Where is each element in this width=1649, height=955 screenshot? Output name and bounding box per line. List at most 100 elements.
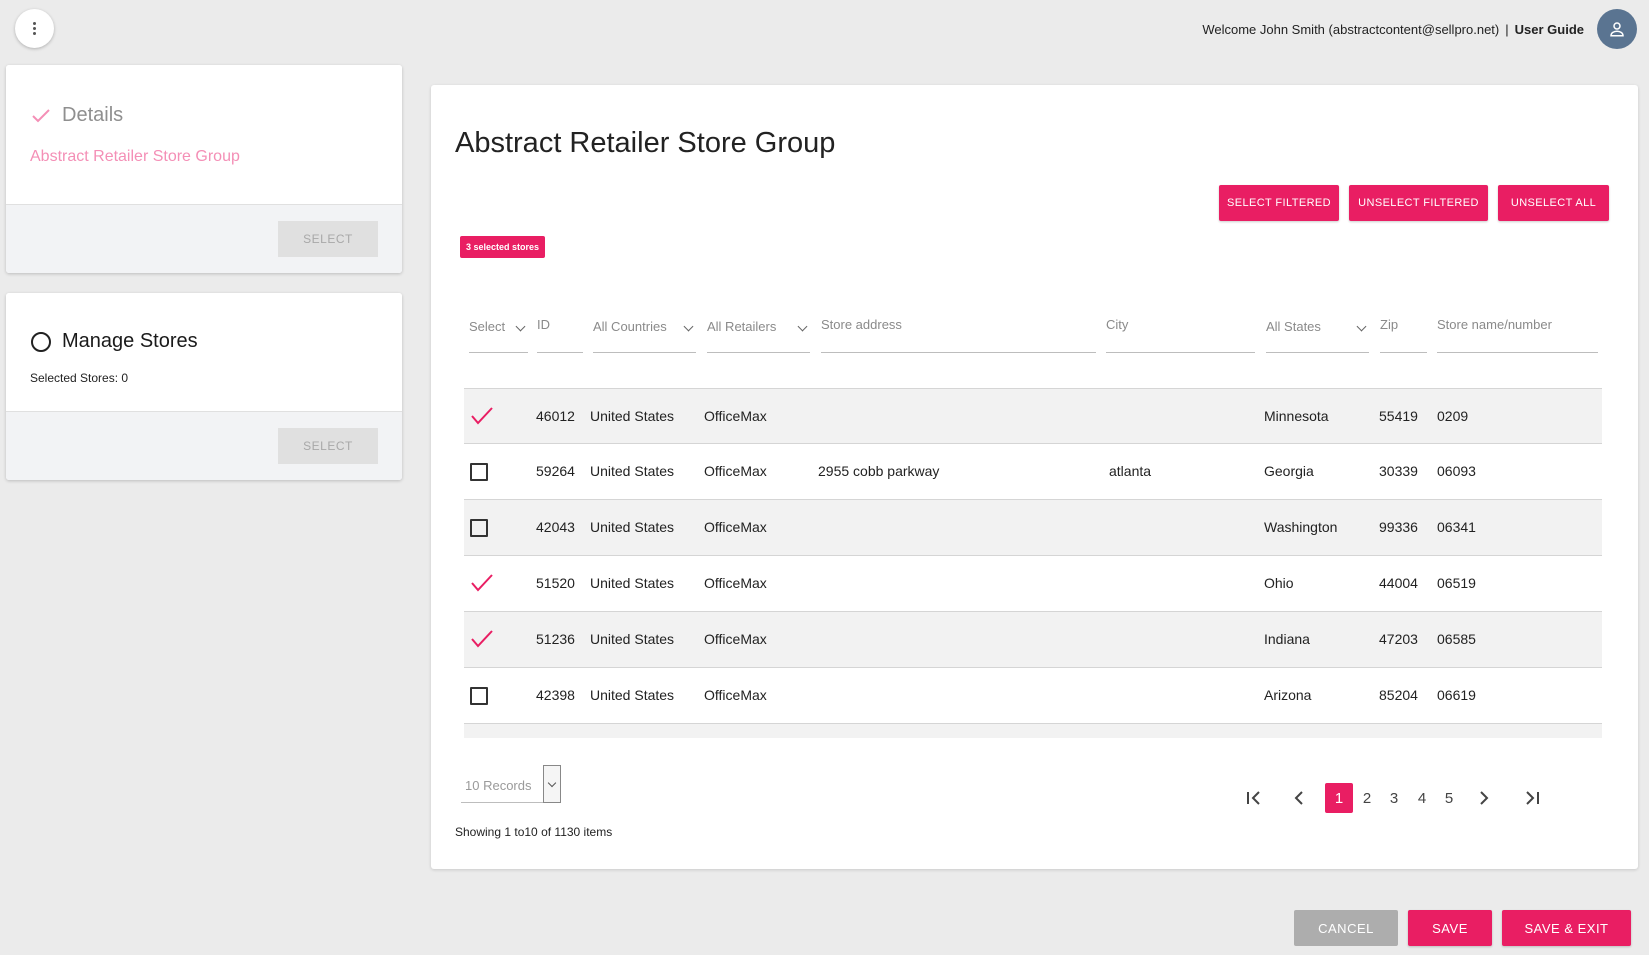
details-step-title: Details xyxy=(30,104,123,127)
cell-zip: 55419 xyxy=(1379,408,1418,424)
chevron-down-icon xyxy=(797,321,808,332)
id-filter-input[interactable]: ID xyxy=(537,310,583,353)
details-subtitle: Abstract Retailer Store Group xyxy=(30,148,240,165)
cell-retailer: OfficeMax xyxy=(704,408,767,424)
cell-state: Arizona xyxy=(1264,687,1312,703)
checkbox-empty-icon[interactable] xyxy=(470,687,488,705)
cell-retailer: OfficeMax xyxy=(704,687,767,703)
unselect-all-button[interactable]: UNSELECT ALL xyxy=(1498,185,1609,221)
cell-state: Indiana xyxy=(1264,631,1310,647)
table-row[interactable]: 42398 United States OfficeMax Arizona 85204 0… xyxy=(464,668,1602,724)
chevron-down-icon xyxy=(515,321,526,332)
user-avatar[interactable] xyxy=(1597,9,1637,49)
cancel-button[interactable]: CANCEL xyxy=(1294,910,1398,946)
footer-actions: CANCEL SAVE SAVE & EXIT xyxy=(1294,910,1631,946)
selected-stores-count: Selected Stores: 0 xyxy=(30,371,129,385)
cell-id: 51520 xyxy=(536,575,575,591)
cell-country: United States xyxy=(590,519,675,535)
cell-zip: 30339 xyxy=(1379,463,1418,479)
cell-store: 06093 xyxy=(1437,463,1476,479)
pagination: 12345 xyxy=(431,783,1638,813)
country-filter[interactable]: All Countries xyxy=(593,310,696,353)
cell-zip: 47203 xyxy=(1379,631,1418,647)
more-vertical-icon xyxy=(33,22,36,35)
cell-store: 0209 xyxy=(1437,408,1469,424)
stores-table: 46012 United States OfficeMax Minnesota 5541… xyxy=(464,388,1602,738)
separator: | xyxy=(1505,21,1509,37)
user-guide-link[interactable]: User Guide xyxy=(1515,22,1584,37)
cell-zip: 99336 xyxy=(1379,519,1418,535)
checkmark-icon[interactable] xyxy=(470,573,493,592)
welcome-text: Welcome John Smith (abstractcontent@sell… xyxy=(1202,21,1500,37)
select-filter[interactable]: Select xyxy=(469,310,528,353)
checkbox-empty-icon[interactable] xyxy=(470,519,488,537)
page-button-5[interactable]: 5 xyxy=(1435,783,1463,813)
store-name-filter-input[interactable]: Store name/number xyxy=(1437,310,1598,353)
page-button-2[interactable]: 2 xyxy=(1353,783,1381,813)
cell-id: 51236 xyxy=(536,631,575,647)
state-filter[interactable]: All States xyxy=(1266,310,1369,353)
table-row[interactable]: 46012 United States OfficeMax Minnesota 5541… xyxy=(464,388,1602,444)
table-row[interactable]: 59264 United States OfficeMax 2955 cobb par… xyxy=(464,444,1602,500)
select-filtered-button[interactable]: SELECT FILTERED xyxy=(1219,185,1339,221)
cell-store: 06519 xyxy=(1437,575,1476,591)
cell-store: 06585 xyxy=(1437,631,1476,647)
checkmark-icon xyxy=(30,105,52,127)
table-row[interactable]: 51520 United States OfficeMax Ohio 44004 0651… xyxy=(464,556,1602,612)
checkmark-icon[interactable] xyxy=(470,629,493,648)
page-title: Abstract Retailer Store Group xyxy=(455,127,836,159)
retailer-filter[interactable]: All Retailers xyxy=(707,310,810,353)
manage-stores-select-button[interactable]: SELECT xyxy=(278,428,378,464)
first-page-icon[interactable] xyxy=(1241,783,1267,813)
manage-stores-step-card: Manage Stores Selected Stores: 0 SELECT xyxy=(6,293,402,480)
selected-stores-badge: 3 selected stores xyxy=(460,236,546,258)
address-filter-input[interactable]: Store address xyxy=(821,310,1096,353)
table-row[interactable]: 42043 United States OfficeMax Washington 993… xyxy=(464,500,1602,556)
cell-zip: 85204 xyxy=(1379,687,1418,703)
cell-city: atlanta xyxy=(1109,463,1152,479)
details-step-card: Details Abstract Retailer Store Group SE… xyxy=(6,65,402,273)
manage-stores-step-title: Manage Stores xyxy=(30,330,198,353)
save-button[interactable]: SAVE xyxy=(1408,910,1492,946)
cell-state: Ohio xyxy=(1264,575,1294,591)
cell-state: Georgia xyxy=(1264,463,1314,479)
chevron-left-icon[interactable] xyxy=(1288,783,1310,813)
circle-outline-icon xyxy=(30,331,52,353)
page-button-3[interactable]: 3 xyxy=(1380,783,1408,813)
details-select-button[interactable]: SELECT xyxy=(278,221,378,257)
unselect-filtered-button[interactable]: UNSELECT FILTERED xyxy=(1349,185,1488,221)
cell-country: United States xyxy=(590,408,675,424)
cell-address: 2955 cobb parkway xyxy=(818,463,940,479)
cell-store: 06619 xyxy=(1437,687,1476,703)
menu-button[interactable] xyxy=(15,9,54,48)
cell-retailer: OfficeMax xyxy=(704,463,767,479)
checkbox-empty-icon[interactable] xyxy=(470,463,488,481)
save-exit-button[interactable]: SAVE & EXIT xyxy=(1502,910,1631,946)
cell-retailer: OfficeMax xyxy=(704,631,767,647)
cell-retailer: OfficeMax xyxy=(704,519,767,535)
chevron-down-icon xyxy=(683,321,694,332)
cell-id: 46012 xyxy=(536,408,575,424)
cell-retailer: OfficeMax xyxy=(704,575,767,591)
cell-id: 59264 xyxy=(536,463,575,479)
top-bar: Welcome John Smith (abstractcontent@sell… xyxy=(1202,9,1637,49)
table-scroll-area xyxy=(464,724,1602,738)
city-filter-input[interactable]: City xyxy=(1106,310,1255,353)
checkmark-icon[interactable] xyxy=(470,406,493,425)
last-page-icon[interactable] xyxy=(1519,783,1545,813)
filter-row: Select ID All Countries All Retailers St… xyxy=(431,310,1638,353)
cell-state: Washington xyxy=(1264,519,1338,535)
cell-country: United States xyxy=(590,631,675,647)
chevron-right-icon[interactable] xyxy=(1473,783,1495,813)
cell-country: United States xyxy=(590,687,675,703)
store-group-panel: Abstract Retailer Store Group SELECT FIL… xyxy=(431,85,1638,869)
bulk-actions: SELECT FILTERED UNSELECT FILTERED UNSELE… xyxy=(1219,185,1609,221)
cell-country: United States xyxy=(590,463,675,479)
page-button-1[interactable]: 1 xyxy=(1325,783,1353,813)
user-icon xyxy=(1610,22,1624,37)
cell-store: 06341 xyxy=(1437,519,1476,535)
page-button-4[interactable]: 4 xyxy=(1408,783,1436,813)
zip-filter-input[interactable]: Zip xyxy=(1380,310,1427,353)
table-row[interactable]: 51236 United States OfficeMax Indiana 47203 0… xyxy=(464,612,1602,668)
chevron-down-icon xyxy=(1356,321,1367,332)
